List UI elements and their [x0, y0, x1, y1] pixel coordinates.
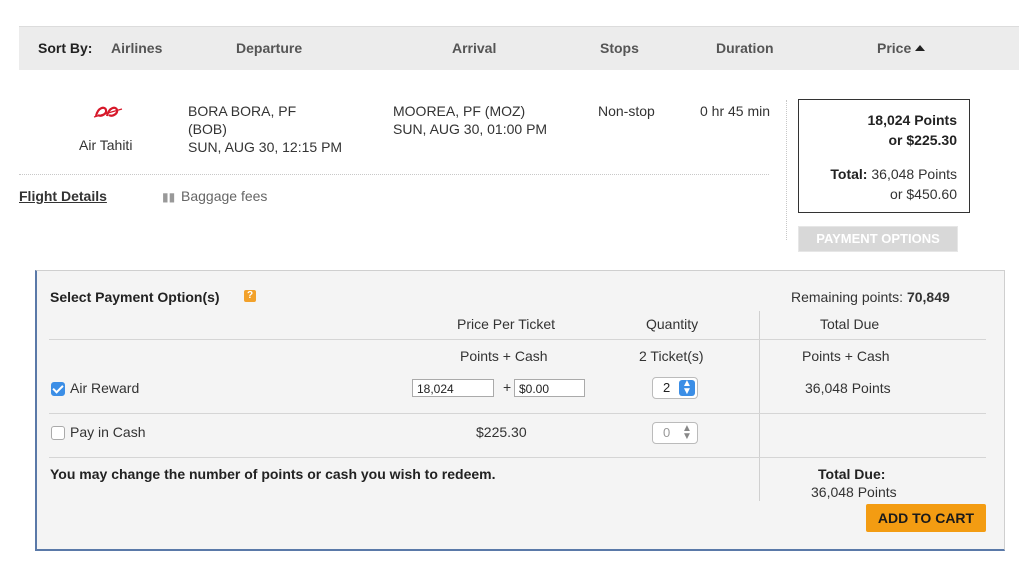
- airline-name: Air Tahiti: [79, 137, 133, 153]
- sort-arrival[interactable]: Arrival: [452, 40, 496, 56]
- points-cash-subheader: Points + Cash: [460, 348, 548, 364]
- price-box: 18,024 Points or $225.30 Total: 36,048 P…: [798, 99, 970, 213]
- remaining-points: Remaining points: 70,849: [791, 289, 950, 305]
- total-points-cash-subheader: Points + Cash: [802, 348, 890, 364]
- price-points: 18,024 Points: [867, 112, 958, 128]
- cash-input[interactable]: $0.00: [514, 379, 585, 397]
- payment-title: Select Payment Option(s): [50, 289, 220, 305]
- pay-in-cash-label: Pay in Cash: [70, 424, 146, 440]
- stops-value: Non-stop: [598, 103, 655, 119]
- header-divider: [49, 339, 986, 340]
- departure-code: (BOB): [188, 121, 227, 137]
- sort-price-label: Price: [877, 40, 912, 56]
- duration-value: 0 hr 45 min: [700, 103, 771, 119]
- price-divider: [786, 100, 787, 240]
- remaining-label: Remaining points:: [791, 289, 904, 305]
- arrival-city: MOOREA, PF (MOZ): [393, 103, 526, 119]
- arrival-time: SUN, AUG 30, 01:00 PM: [393, 121, 548, 137]
- total-label: Total:: [830, 166, 868, 182]
- quantity-header: Quantity: [646, 316, 699, 332]
- total-due-label: Total Due:: [818, 466, 886, 482]
- flight-details-link[interactable]: Flight Details: [19, 188, 107, 204]
- sort-airlines[interactable]: Airlines: [111, 40, 162, 56]
- baggage-fees-link[interactable]: Baggage fees: [181, 188, 267, 204]
- price-total-points: Total: 36,048 Points: [830, 166, 957, 182]
- plus-sign: +: [503, 379, 512, 395]
- total-due-value: 36,048 Points: [811, 484, 897, 500]
- departure-city: BORA BORA, PF: [188, 103, 297, 119]
- total-points-value: 36,048 Points: [871, 166, 957, 182]
- payment-options-button[interactable]: PAYMENT OPTIONS: [798, 226, 958, 252]
- payment-panel: Select Payment Option(s) ? Remaining poi…: [35, 270, 1005, 551]
- air-tahiti-logo-icon: [93, 106, 123, 118]
- air-reward-checkbox[interactable]: [51, 382, 65, 396]
- row-divider: [49, 457, 986, 458]
- air-reward-quantity-value: 2: [663, 380, 671, 395]
- stepper-arrows-icon[interactable]: ▲ ▼: [679, 379, 695, 397]
- redeem-note: You may change the number of points or c…: [50, 466, 496, 482]
- help-icon[interactable]: ?: [244, 290, 256, 302]
- sort-stops[interactable]: Stops: [600, 40, 639, 56]
- sort-by-label: Sort By:: [38, 40, 93, 56]
- price-per-ticket-header: Price Per Ticket: [457, 316, 556, 332]
- flight-row-divider: [19, 174, 769, 175]
- total-due-header: Total Due: [820, 316, 880, 332]
- pay-in-cash-checkbox[interactable]: [51, 426, 65, 440]
- row-divider: [49, 413, 986, 414]
- remaining-value: 70,849: [906, 289, 950, 305]
- pay-in-cash-quantity-stepper[interactable]: 0 ▲ ▼: [652, 422, 698, 444]
- points-input[interactable]: 18,024: [412, 379, 494, 397]
- sort-asc-icon: [915, 45, 926, 51]
- luggage-icon: ▮▮: [162, 190, 176, 204]
- sort-departure[interactable]: Departure: [236, 40, 302, 56]
- stepper-arrows-icon[interactable]: ▲ ▼: [679, 424, 695, 442]
- price-cash: or $225.30: [888, 132, 958, 148]
- sort-price[interactable]: Price: [877, 40, 926, 56]
- price-total-cash: or $450.60: [890, 186, 957, 202]
- pay-in-cash-price: $225.30: [476, 424, 527, 440]
- departure-time: SUN, AUG 30, 12:15 PM: [188, 139, 343, 155]
- air-reward-total: 36,048 Points: [805, 380, 891, 396]
- air-reward-quantity-stepper[interactable]: 2 ▲ ▼: [652, 377, 698, 399]
- sort-bar: Sort By: Airlines Departure Arrival Stop…: [19, 26, 1019, 70]
- sort-duration[interactable]: Duration: [716, 40, 774, 56]
- tickets-subheader: 2 Ticket(s): [639, 348, 704, 364]
- air-reward-label: Air Reward: [70, 380, 140, 396]
- pay-in-cash-quantity-value: 0: [663, 425, 671, 440]
- add-to-cart-button[interactable]: ADD TO CART: [866, 504, 986, 532]
